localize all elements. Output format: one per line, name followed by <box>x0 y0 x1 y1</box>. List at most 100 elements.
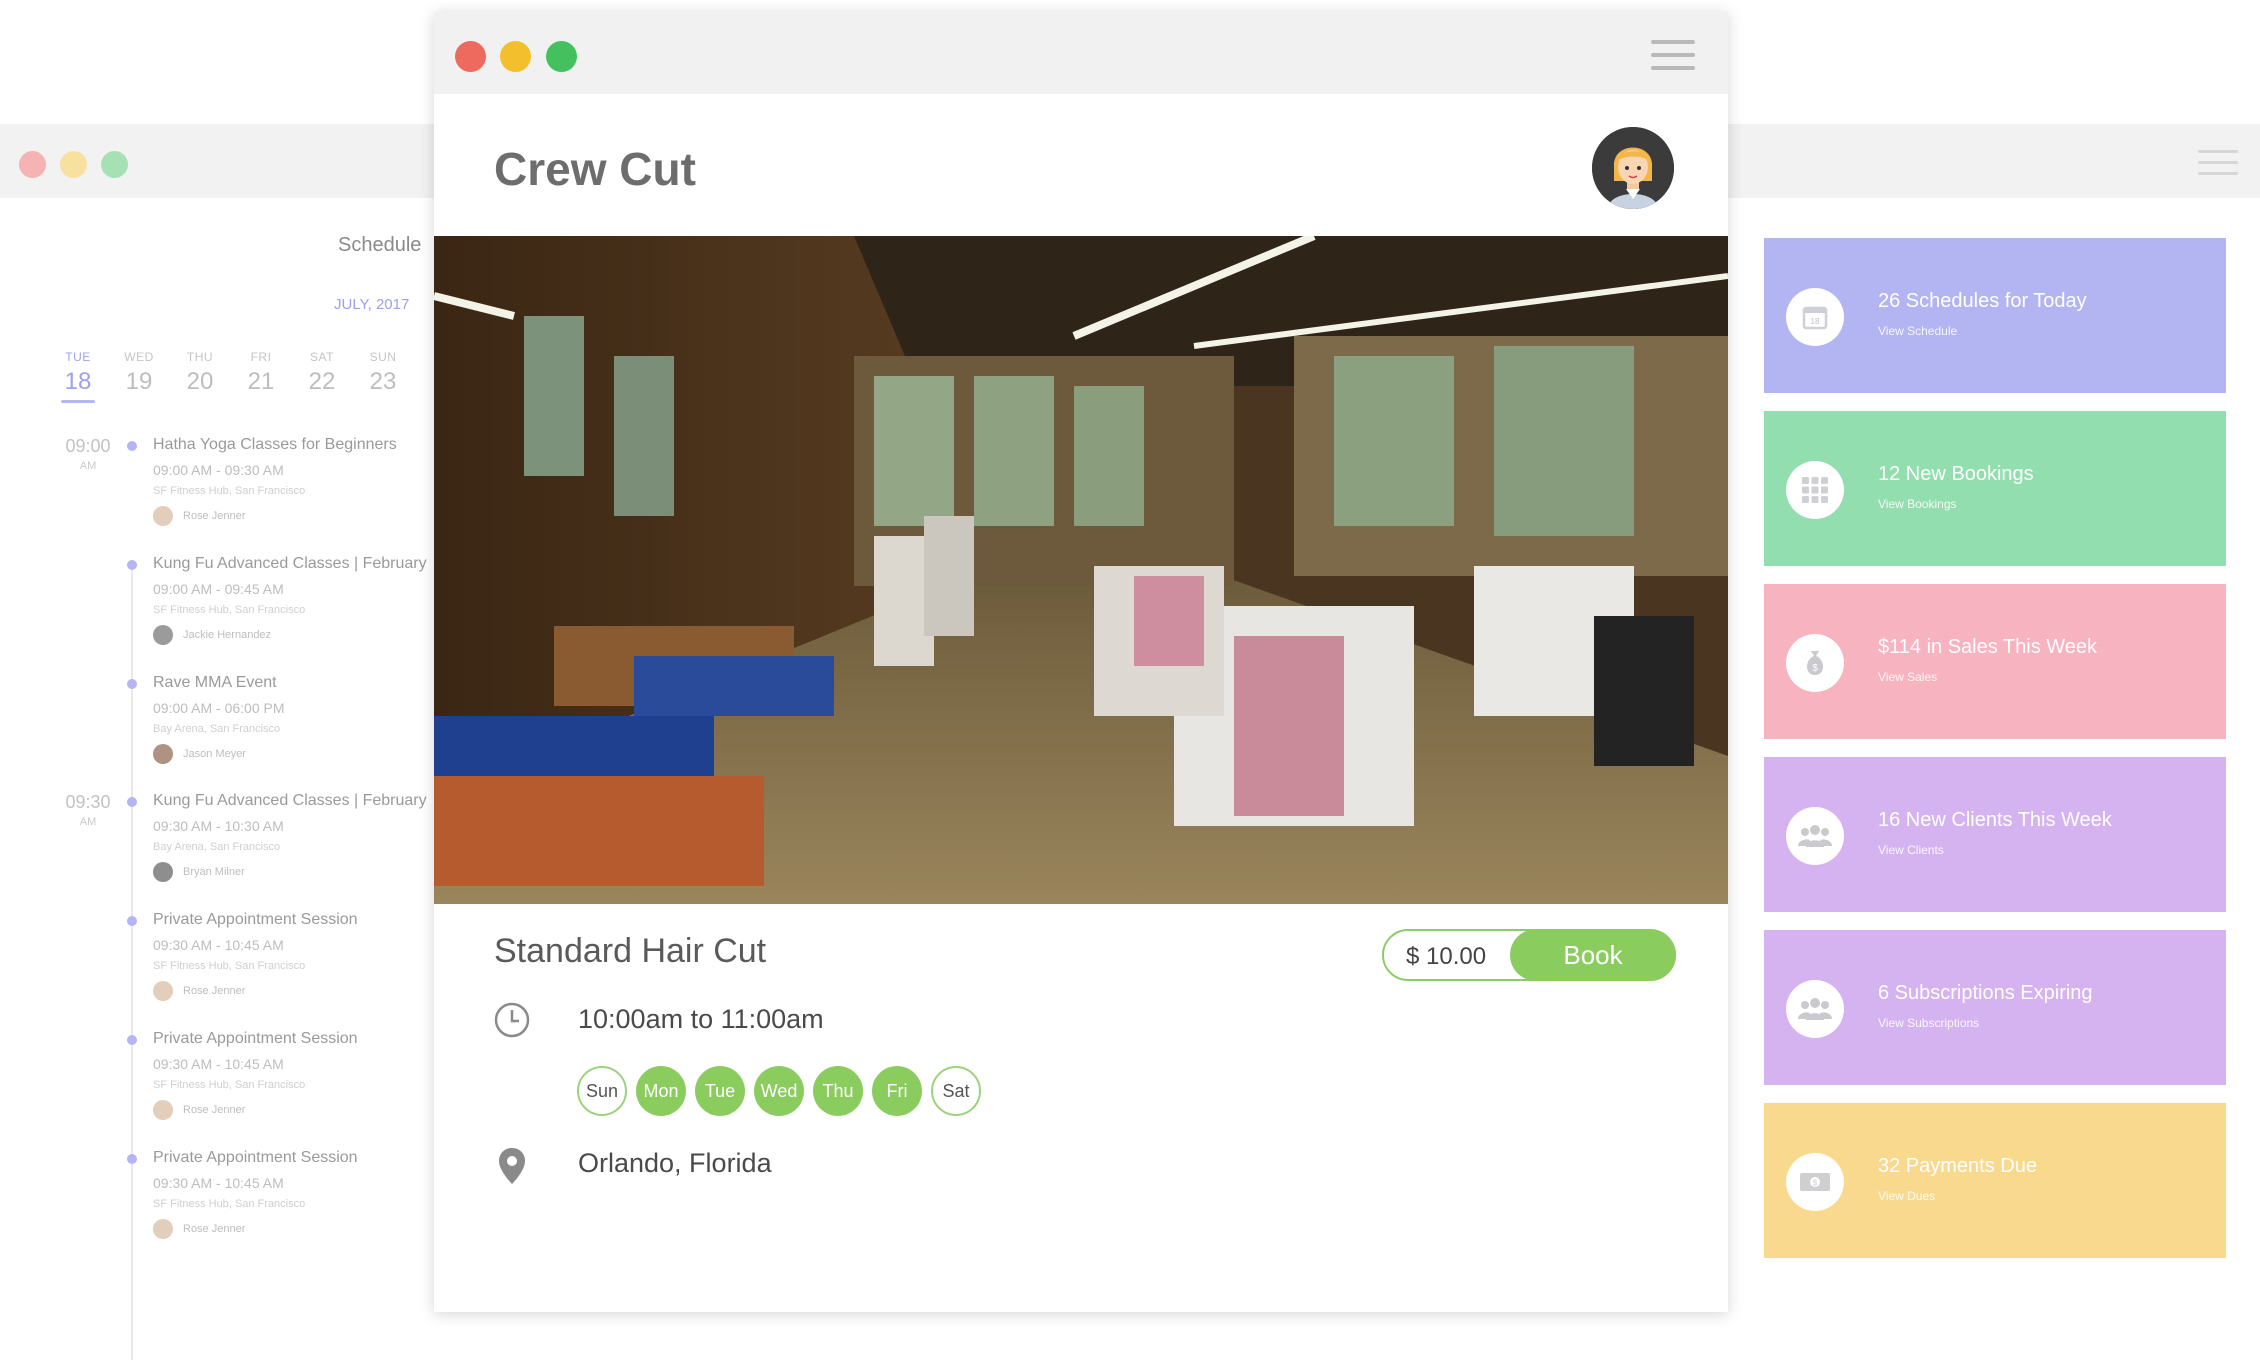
schedule-event[interactable]: Hatha Yoga Classes for Beginners 09:00 A… <box>124 436 434 526</box>
event-title: Kung Fu Advanced Classes | February <box>153 792 427 809</box>
day-tab[interactable]: WED 19 <box>116 350 162 396</box>
day-name: FRI <box>250 350 272 364</box>
close-dot[interactable] <box>19 151 46 178</box>
svg-text:$: $ <box>1813 1179 1818 1188</box>
avatar <box>153 1219 173 1239</box>
avatar <box>153 1100 173 1120</box>
avatar[interactable] <box>1592 127 1674 209</box>
money-bag-icon: $ <box>1786 634 1844 692</box>
person-name: Jason Meyer <box>183 748 246 760</box>
card-link[interactable]: View Bookings <box>1878 497 1957 511</box>
day-pill-mon[interactable]: Mon <box>636 1066 686 1116</box>
price-book-control: $ 10.00 Book <box>1382 929 1676 981</box>
avatar <box>153 744 173 764</box>
avatar <box>153 625 173 645</box>
schedule-month[interactable]: JULY, 2017 <box>334 296 409 313</box>
person-name: Rose Jenner <box>183 1223 246 1235</box>
schedule-event[interactable]: Private Appointment Session 09:30 AM - 1… <box>124 1030 434 1120</box>
day-tab[interactable]: THU 20 <box>177 350 223 396</box>
event-person: Rose Jenner <box>153 506 434 526</box>
barbershop-photo <box>434 236 1728 904</box>
event-dot <box>127 441 137 451</box>
person-name: Rose Jenner <box>183 510 246 522</box>
event-place: SF Fitness Hub, San Francisco <box>153 960 306 972</box>
event-time: 09:30 AM - 10:45 AM <box>153 1056 284 1072</box>
avatar <box>153 862 173 882</box>
time-ampm: AM <box>79 460 97 472</box>
card-link[interactable]: View Dues <box>1878 1189 1935 1203</box>
person-name: Bryan Milner <box>183 866 245 878</box>
card-title: 32 Payments Due <box>1878 1155 2037 1177</box>
event-place: SF Fitness Hub, San Francisco <box>153 604 306 616</box>
event-title: Rave MMA Event <box>153 674 277 691</box>
day-tab[interactable]: SAT 22 <box>299 350 345 396</box>
person-name: Rose Jenner <box>183 985 246 997</box>
schedule-title: Schedule <box>338 234 422 256</box>
event-dot <box>127 560 137 570</box>
card-title: 26 Schedules for Today <box>1878 290 2087 312</box>
day-pill-sat[interactable]: Sat <box>931 1066 981 1116</box>
stat-card-clients[interactable]: 16 New Clients This Week View Clients <box>1764 757 2226 912</box>
day-tab[interactable]: SUN 23 <box>360 350 406 396</box>
day-tab[interactable]: FRI 21 <box>238 350 284 396</box>
event-time: 09:00 AM - 09:45 AM <box>153 581 284 597</box>
event-time: 09:30 AM - 10:45 AM <box>153 1175 284 1191</box>
stat-card-subscriptions[interactable]: 6 Subscriptions Expiring View Subscripti… <box>1764 930 2226 1085</box>
event-title: Private Appointment Session <box>153 1030 358 1047</box>
day-pill-sun[interactable]: Sun <box>577 1066 627 1116</box>
event-place: SF Fitness Hub, San Francisco <box>153 1079 306 1091</box>
book-button[interactable]: Book <box>1510 929 1676 981</box>
schedule-event[interactable]: Rave MMA Event 09:00 AM - 06:00 PM Bay A… <box>124 674 434 764</box>
weekday-selector: Sun Mon Tue Wed Thu Fri Sat <box>577 1066 990 1116</box>
users-icon <box>1786 807 1844 865</box>
price-value: $ 10.00 <box>1406 943 1487 970</box>
event-title: Hatha Yoga Classes for Beginners <box>153 436 397 453</box>
event-person: Jackie Hernandez <box>153 625 434 645</box>
day-name: THU <box>186 350 214 364</box>
day-pill-wed[interactable]: Wed <box>754 1066 804 1116</box>
hamburger-menu-icon[interactable] <box>1651 40 1695 70</box>
minimize-dot[interactable] <box>500 41 531 72</box>
cash-icon: $ <box>1786 1153 1844 1211</box>
maximize-dot[interactable] <box>101 151 128 178</box>
day-pill-fri[interactable]: Fri <box>872 1066 922 1116</box>
event-title: Kung Fu Advanced Classes | February <box>153 555 427 572</box>
window-titlebar <box>434 12 1728 94</box>
stat-card-schedules[interactable]: 18 26 Schedules for Today View Schedule <box>1764 238 2226 393</box>
stat-card-bookings[interactable]: 12 New Bookings View Bookings <box>1764 411 2226 566</box>
day-pill-tue[interactable]: Tue <box>695 1066 745 1116</box>
stat-card-sales[interactable]: $ $114 in Sales This Week View Sales <box>1764 584 2226 739</box>
day-name: WED <box>124 350 154 364</box>
schedule-event[interactable]: Kung Fu Advanced Classes | February 09:0… <box>124 555 434 645</box>
event-person: Rose Jenner <box>153 981 434 1001</box>
stat-card-payments[interactable]: $ 32 Payments Due View Dues <box>1764 1103 2226 1258</box>
time-ampm: AM <box>79 816 97 828</box>
schedule-event[interactable]: Private Appointment Session 09:30 AM - 1… <box>124 1149 434 1239</box>
card-link[interactable]: View Subscriptions <box>1878 1016 1979 1030</box>
event-person: Bryan Milner <box>153 862 434 882</box>
event-person: Jason Meyer <box>153 744 434 764</box>
card-link[interactable]: View Clients <box>1878 843 1944 857</box>
event-dot <box>127 679 137 689</box>
avatar <box>153 506 173 526</box>
minimize-dot[interactable] <box>60 151 87 178</box>
service-time: 10:00am to 11:00am <box>578 1004 824 1034</box>
booking-window: Crew Cut Standard Hair Cut $ 10.00 Book … <box>434 12 1728 1312</box>
close-dot[interactable] <box>455 41 486 72</box>
event-time: 09:00 AM - 06:00 PM <box>153 700 285 716</box>
schedule-event[interactable]: Kung Fu Advanced Classes | February 09:3… <box>124 792 434 882</box>
event-place: SF Fitness Hub, San Francisco <box>153 1198 306 1210</box>
event-place: Bay Arena, San Francisco <box>153 841 281 853</box>
day-name: SAT <box>310 350 334 364</box>
hamburger-menu-icon[interactable] <box>2198 150 2238 176</box>
schedule-event[interactable]: Private Appointment Session 09:30 AM - 1… <box>124 911 434 1001</box>
day-tab[interactable]: TUE 18 <box>55 350 101 403</box>
event-title: Private Appointment Session <box>153 911 358 928</box>
svg-text:18: 18 <box>1811 317 1820 326</box>
card-link[interactable]: View Sales <box>1878 670 1937 684</box>
card-link[interactable]: View Schedule <box>1878 324 1957 338</box>
day-pill-thu[interactable]: Thu <box>813 1066 863 1116</box>
maximize-dot[interactable] <box>546 41 577 72</box>
event-time: 09:00 AM - 09:30 AM <box>153 462 284 478</box>
event-place: Bay Arena, San Francisco <box>153 723 281 735</box>
